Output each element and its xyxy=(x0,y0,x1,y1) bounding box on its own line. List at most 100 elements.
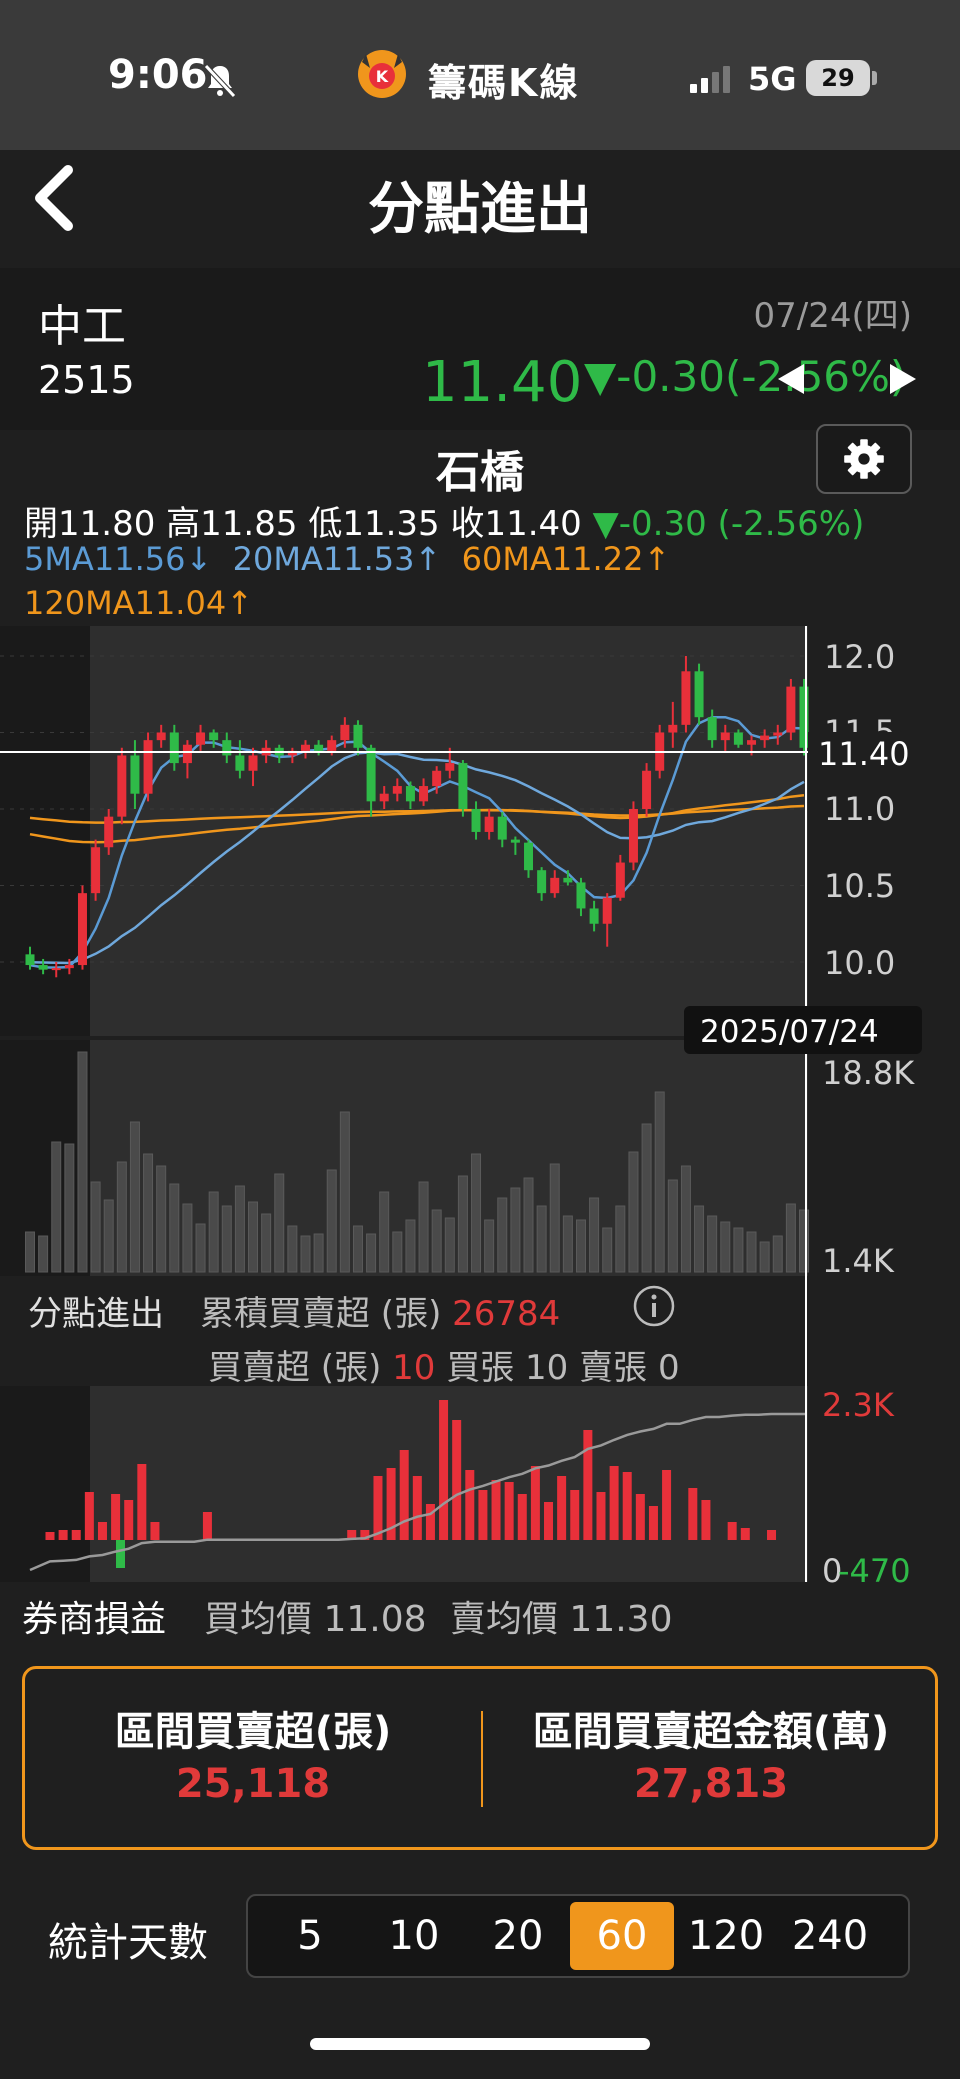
net-section-title: 分點進出 xyxy=(28,1294,164,1334)
volume-bar xyxy=(510,1187,521,1273)
volume-bar xyxy=(733,1227,744,1273)
candle-body xyxy=(733,732,743,745)
volume-bar xyxy=(392,1231,403,1273)
net-buy-bar xyxy=(767,1530,777,1540)
net-buy-bar xyxy=(688,1488,698,1540)
candle-body xyxy=(484,816,494,832)
net-buy-bar xyxy=(97,1522,107,1540)
candle-body xyxy=(169,732,179,764)
kline-chart[interactable]: 12.0 11.5 11.0 10.5 10.0 18.8K 1.4K 2.3K… xyxy=(0,620,960,1590)
volume-bar xyxy=(90,1181,101,1273)
candle-body xyxy=(130,755,140,794)
summary-net-shares: 區間買賣超(張) 25,118 xyxy=(25,1669,481,1847)
candle-body xyxy=(209,732,219,741)
volume-tick-min: 1.4K xyxy=(822,1242,895,1280)
ma120-label: 120MA11.04↑ xyxy=(24,584,253,622)
net-value: 10 xyxy=(392,1348,436,1388)
volume-bar xyxy=(602,1227,613,1273)
cum-value: 26784 xyxy=(452,1294,561,1334)
net-buy-bar xyxy=(150,1522,160,1540)
volume-bar xyxy=(654,1091,665,1273)
net-buy-bar xyxy=(635,1494,645,1540)
net-buy-bar xyxy=(111,1494,121,1540)
candle-body xyxy=(143,740,153,794)
candle-body xyxy=(760,735,770,741)
candle-body xyxy=(786,686,796,733)
prev-stock-icon[interactable] xyxy=(776,362,806,396)
summary-net-amount-value: 27,813 xyxy=(633,1761,789,1807)
volume-bar xyxy=(234,1185,245,1273)
candle-body xyxy=(628,809,638,863)
net-tick-min: -470 xyxy=(838,1552,911,1590)
volume-bar xyxy=(195,1223,206,1273)
volume-bar xyxy=(103,1199,114,1273)
days-option-20[interactable]: 20 xyxy=(466,1902,570,1970)
net-buy-bar xyxy=(557,1476,567,1540)
volume-bar xyxy=(339,1111,350,1273)
volume-bar xyxy=(772,1235,783,1273)
net-buy-bar xyxy=(648,1506,658,1540)
net-buy-bar xyxy=(373,1476,383,1540)
net-buy-bar xyxy=(202,1512,212,1540)
gear-icon xyxy=(844,439,884,479)
home-indicator[interactable] xyxy=(310,2038,650,2050)
candle-body xyxy=(773,732,783,736)
net-sell-bar xyxy=(116,1540,125,1568)
net-buy-bar xyxy=(58,1530,68,1540)
volume-bar xyxy=(497,1197,508,1273)
volume-bar xyxy=(25,1231,35,1273)
ma-row: 5MA11.56↓ 20MA11.53↑ 60MA11.22↑ xyxy=(24,540,670,578)
volume-bar xyxy=(274,1173,285,1273)
stock-name: 中工 xyxy=(38,301,126,352)
volume-bar xyxy=(352,1225,363,1273)
candle-body xyxy=(550,877,560,894)
volume-bar xyxy=(261,1213,272,1273)
buy-avg: 買均價 11.08 xyxy=(204,1599,427,1640)
candle-body xyxy=(196,732,206,745)
candle-body xyxy=(51,968,61,971)
volume-bar xyxy=(143,1153,154,1273)
net-buy-bar xyxy=(530,1466,540,1540)
days-option-10[interactable]: 10 xyxy=(362,1902,466,1970)
candle-body xyxy=(64,965,74,969)
candle-body xyxy=(563,877,573,883)
net-buy-bar xyxy=(124,1500,134,1540)
days-option-120[interactable]: 120 xyxy=(674,1902,778,1970)
candle-body xyxy=(340,724,350,741)
pl-title: 券商損益 xyxy=(22,1599,167,1640)
candle-body xyxy=(117,755,127,817)
volume-bar xyxy=(366,1233,377,1273)
volume-bar xyxy=(248,1201,259,1273)
volume-bar xyxy=(208,1191,219,1273)
stock-code: 2515 xyxy=(38,358,135,402)
settings-button[interactable] xyxy=(816,424,912,494)
summary-net-amount: 區間買賣超金額(萬) 27,813 xyxy=(483,1669,939,1847)
candle-body xyxy=(432,770,442,787)
candle-body xyxy=(353,724,363,748)
ohlc-change: ▼-0.30 (-2.56%) xyxy=(592,504,865,544)
net-buy-bar xyxy=(425,1504,435,1540)
volume-bar xyxy=(129,1121,140,1273)
days-option-60[interactable]: 60 xyxy=(570,1902,674,1970)
net-buy-bar xyxy=(622,1472,632,1540)
candle-body xyxy=(681,671,691,725)
volume-bar xyxy=(326,1169,337,1273)
volume-bar xyxy=(221,1205,232,1273)
bell-muted-icon xyxy=(204,64,236,98)
candle-body xyxy=(38,965,48,970)
volume-bar xyxy=(575,1219,586,1273)
volume-bar xyxy=(589,1197,600,1273)
candle-body xyxy=(91,847,101,894)
volume-bar xyxy=(641,1123,652,1273)
next-stock-icon[interactable] xyxy=(888,362,918,396)
volume-bar xyxy=(444,1217,455,1273)
days-option-5[interactable]: 5 xyxy=(258,1902,362,1970)
days-option-240[interactable]: 240 xyxy=(778,1902,882,1970)
net-buy-bar xyxy=(465,1470,475,1540)
volume-bar xyxy=(379,1191,390,1273)
candle-body xyxy=(668,724,678,733)
candle-body xyxy=(471,809,481,832)
cum-label: 累積買賣超 (張) xyxy=(200,1294,442,1334)
info-icon[interactable] xyxy=(632,1284,676,1328)
net-buy-bar xyxy=(740,1528,750,1540)
